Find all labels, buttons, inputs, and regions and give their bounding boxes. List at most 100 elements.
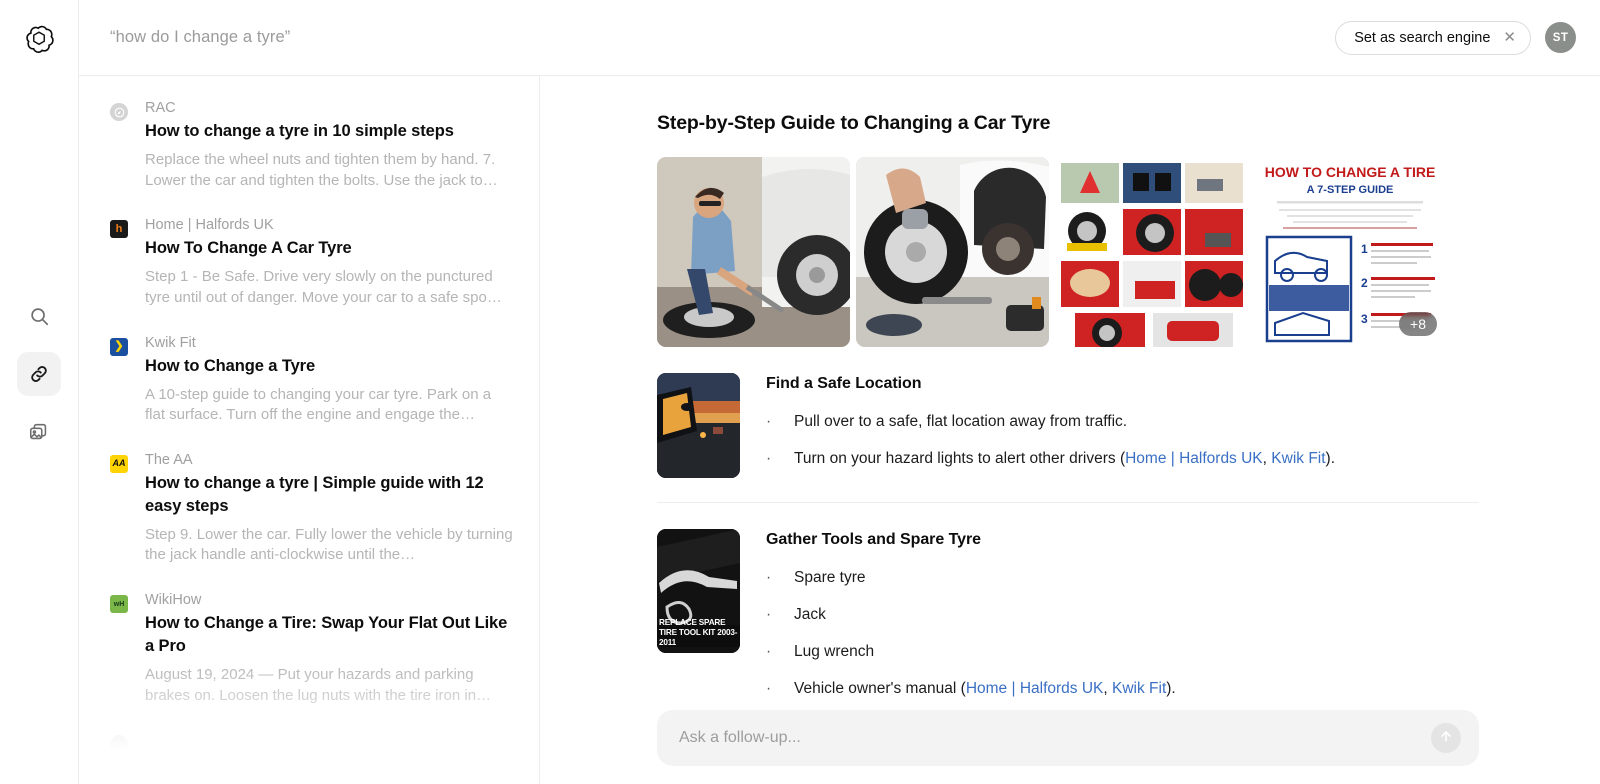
gallery-image-1[interactable] bbox=[657, 157, 850, 347]
list-item: · Pull over to a safe, flat location awa… bbox=[766, 412, 1479, 432]
result-title[interactable]: How to Change a Tyre bbox=[145, 355, 515, 378]
citation-separator: , bbox=[1263, 450, 1272, 467]
content-body: RAC How to change a tyre in 10 simple st… bbox=[79, 76, 1600, 784]
followup-bar[interactable] bbox=[657, 710, 1479, 766]
bullet-text: Vehicle owner's manual ( bbox=[794, 680, 966, 697]
bullet-text: Spare tyre bbox=[794, 568, 866, 588]
header-actions: Set as search engine ✕ ST bbox=[1335, 21, 1576, 55]
set-as-search-engine-button[interactable]: Set as search engine ✕ bbox=[1335, 21, 1531, 55]
link-icon bbox=[28, 363, 50, 385]
section-thumbnail[interactable] bbox=[657, 373, 740, 478]
result-source: Kwik Fit bbox=[145, 335, 515, 351]
bullet-suffix: ). bbox=[1166, 680, 1175, 697]
list-item: · Vehicle owner's manual (Home | Halford… bbox=[766, 679, 1479, 699]
bullet-dot-icon: · bbox=[766, 449, 772, 469]
bullet-list: · Pull over to a safe, flat location awa… bbox=[766, 412, 1479, 469]
bullet-dot-icon: · bbox=[766, 568, 772, 588]
list-item[interactable]: ❯ Kwik Fit How to Change a Tyre A 10-ste… bbox=[110, 335, 515, 426]
result-source: WikiHow bbox=[145, 592, 515, 608]
section-body: Find a Safe Location · Pull over to a sa… bbox=[766, 373, 1479, 478]
search-icon bbox=[28, 305, 50, 327]
list-item: · Turn on your hazard lights to alert ot… bbox=[766, 449, 1479, 469]
svg-text:3: 3 bbox=[1361, 312, 1368, 326]
result-body: Kwik Fit How to Change a Tyre A 10-step … bbox=[145, 335, 515, 426]
bullet-text: Jack bbox=[794, 605, 826, 625]
bullet-text: Pull over to a safe, flat location away … bbox=[794, 412, 1127, 432]
gallery-image-2[interactable] bbox=[856, 157, 1049, 347]
result-title[interactable]: How to change a tyre in 10 simple steps bbox=[145, 120, 515, 143]
result-snippet: Step 9. Lower the car. Fully lower the v… bbox=[145, 525, 515, 566]
section-thumbnail[interactable]: REPLACE SPARE TIRE TOOL KIT 2003-2011 bbox=[657, 529, 740, 653]
citation-link[interactable]: Home | Halfords UK bbox=[966, 680, 1104, 697]
list-item[interactable]: AA The AA How to change a tyre | Simple … bbox=[110, 452, 515, 566]
list-item: · Lug wrench bbox=[766, 642, 1479, 662]
svg-text:HOW TO CHANGE A TIRE: HOW TO CHANGE A TIRE bbox=[1265, 164, 1436, 180]
avatar[interactable]: ST bbox=[1545, 22, 1576, 53]
followup-container bbox=[657, 710, 1479, 766]
section-body: Gather Tools and Spare Tyre · Spare tyre… bbox=[766, 529, 1479, 700]
pill-label: Set as search engine bbox=[1354, 30, 1490, 46]
images-icon bbox=[28, 421, 50, 443]
result-snippet: Step 1 - Be Safe. Drive very slowly on t… bbox=[145, 267, 515, 308]
openai-logo-icon[interactable] bbox=[17, 18, 61, 62]
followup-input[interactable] bbox=[679, 729, 1431, 747]
close-icon[interactable]: ✕ bbox=[1503, 30, 1516, 45]
result-body: The AA How to change a tyre | Simple gui… bbox=[145, 452, 515, 566]
rail-item-images[interactable] bbox=[17, 410, 61, 454]
list-item-partial[interactable] bbox=[110, 732, 515, 753]
wikihow-favicon-icon: wH bbox=[110, 595, 128, 613]
result-snippet: Replace the wheel nuts and tighten them … bbox=[145, 150, 515, 191]
rac-favicon-icon bbox=[110, 103, 128, 121]
arrow-up-icon bbox=[1438, 728, 1454, 749]
bullet-text: Lug wrench bbox=[794, 642, 874, 662]
result-title[interactable]: How to change a tyre | Simple guide with… bbox=[145, 472, 515, 518]
bullet-list: · Spare tyre · Jack · Lug wrench bbox=[766, 568, 1479, 700]
rail-item-links[interactable] bbox=[17, 352, 61, 396]
app-root: “how do I change a tyre” Set as search e… bbox=[0, 0, 1600, 784]
bullet-suffix: ). bbox=[1326, 450, 1335, 467]
result-body: WikiHow How to Change a Tire: Swap Your … bbox=[145, 592, 515, 706]
rail-icon-group bbox=[17, 294, 61, 454]
citation-link[interactable]: Kwik Fit bbox=[1112, 680, 1166, 697]
answer-panel: Step-by-Step Guide to Changing a Car Tyr… bbox=[540, 76, 1600, 784]
list-item[interactable]: h Home | Halfords UK How To Change A Car… bbox=[110, 217, 515, 308]
result-source: Home | Halfords UK bbox=[145, 217, 515, 233]
image-gallery: HOW TO CHANGE A TIRE A 7-STEP GUIDE bbox=[657, 157, 1446, 347]
answer-content: Step-by-Step Guide to Changing a Car Tyr… bbox=[540, 76, 1600, 724]
bullet-text-wrapper: Turn on your hazard lights to alert othe… bbox=[794, 449, 1335, 469]
main-area: “how do I change a tyre” Set as search e… bbox=[79, 0, 1600, 784]
search-results-list: RAC How to change a tyre in 10 simple st… bbox=[79, 76, 539, 753]
left-rail bbox=[0, 0, 79, 784]
bullet-dot-icon: · bbox=[766, 412, 772, 432]
list-item: · Jack bbox=[766, 605, 1479, 625]
answer-section-find-a-safe-location: Find a Safe Location · Pull over to a sa… bbox=[657, 347, 1479, 502]
kwikfit-favicon-icon: ❯ bbox=[110, 338, 128, 356]
result-source: RAC bbox=[145, 100, 515, 116]
list-item[interactable]: wH WikiHow How to Change a Tire: Swap Yo… bbox=[110, 592, 515, 706]
result-body: RAC How to change a tyre in 10 simple st… bbox=[145, 100, 515, 191]
rail-item-search[interactable] bbox=[17, 294, 61, 338]
thumbnail-caption: REPLACE SPARE TIRE TOOL KIT 2003-2011 bbox=[657, 618, 740, 648]
section-title: Find a Safe Location bbox=[766, 375, 1479, 393]
gallery-more-badge[interactable]: +8 bbox=[1399, 312, 1437, 336]
citation-link[interactable]: Home | Halfords UK bbox=[1125, 450, 1263, 467]
citation-separator: , bbox=[1103, 680, 1112, 697]
result-snippet: August 19, 2024 — Put your hazards and p… bbox=[145, 665, 515, 706]
list-item[interactable]: RAC How to change a tyre in 10 simple st… bbox=[110, 100, 515, 191]
send-button[interactable] bbox=[1431, 723, 1461, 753]
svg-text:1: 1 bbox=[1361, 242, 1368, 256]
search-query-text[interactable]: “how do I change a tyre” bbox=[110, 28, 290, 47]
result-title[interactable]: How To Change A Car Tyre bbox=[145, 237, 515, 260]
bullet-dot-icon: · bbox=[766, 642, 772, 662]
aa-favicon-icon: AA bbox=[110, 455, 128, 473]
result-title[interactable]: How to Change a Tire: Swap Your Flat Out… bbox=[145, 612, 515, 658]
list-item: · Spare tyre bbox=[766, 568, 1479, 588]
gallery-image-4[interactable]: HOW TO CHANGE A TIRE A 7-STEP GUIDE bbox=[1253, 157, 1446, 347]
partial-favicon-icon bbox=[110, 735, 128, 753]
citation-link[interactable]: Kwik Fit bbox=[1271, 450, 1325, 467]
gallery-image-3[interactable] bbox=[1055, 157, 1248, 347]
svg-text:2: 2 bbox=[1361, 276, 1368, 290]
bullet-text: Turn on your hazard lights to alert othe… bbox=[794, 450, 1125, 467]
result-body: Home | Halfords UK How To Change A Car T… bbox=[145, 217, 515, 308]
halfords-favicon-icon: h bbox=[110, 220, 128, 238]
